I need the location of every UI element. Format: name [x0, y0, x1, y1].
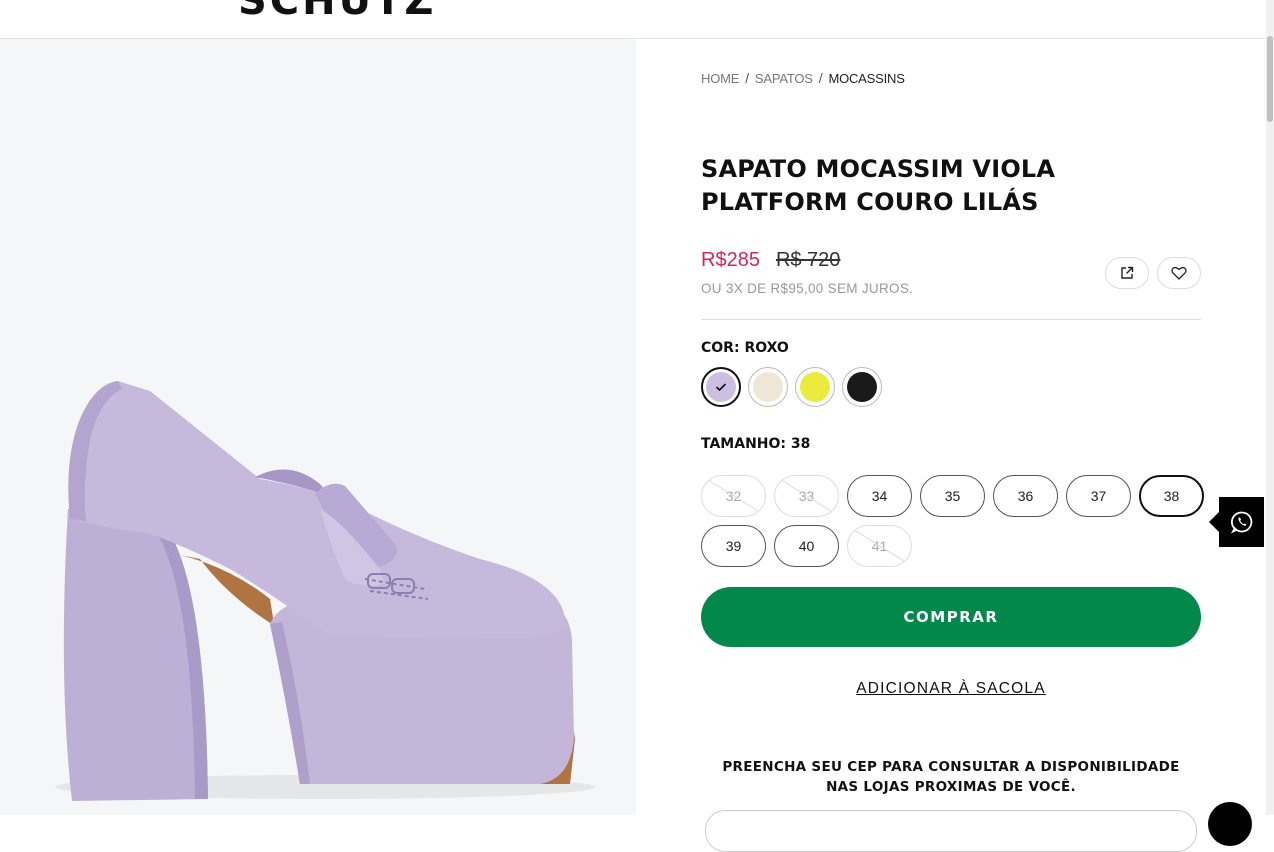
breadcrumb-mocassins[interactable]: MOCASSINS: [828, 71, 904, 86]
cep-input[interactable]: [705, 810, 1197, 852]
check-icon: [703, 369, 739, 405]
favorite-button[interactable]: [1157, 257, 1201, 289]
color-label: COR: ROXO: [701, 340, 789, 356]
share-icon: [1121, 266, 1134, 279]
color-swatch-roxo[interactable]: [701, 367, 741, 407]
bag-icon[interactable]: [1178, 0, 1200, 6]
store-availability-line2: NAS LOJAS PROXIMAS DE VOCÊ.: [826, 779, 1076, 795]
size-option-40[interactable]: 40: [774, 525, 839, 567]
breadcrumb-separator: /: [745, 70, 749, 86]
scrollbar[interactable]: [1266, 0, 1274, 815]
size-option-33[interactable]: 33: [774, 475, 839, 517]
price-row: R$285 R$ 720: [701, 249, 840, 272]
buy-button[interactable]: COMPRAR: [701, 587, 1201, 647]
divider: [701, 319, 1201, 320]
size-option-32[interactable]: 32: [701, 475, 766, 517]
size-option-37[interactable]: 37: [1066, 475, 1131, 517]
selected-size: 38: [790, 436, 811, 452]
swatch-fill: [753, 372, 783, 402]
color-swatch-bege[interactable]: [748, 367, 788, 407]
share-button[interactable]: [1105, 257, 1149, 289]
user-icon[interactable]: [1126, 0, 1142, 6]
swatch-fill: [847, 372, 877, 402]
swatch-fill: [800, 372, 830, 402]
product-gallery[interactable]: [0, 39, 636, 815]
add-to-bag-link[interactable]: ADICIONAR À SACOLA: [701, 680, 1201, 698]
size-label-prefix: TAMANHO:: [701, 436, 786, 452]
breadcrumb: HOME / SAPATOS / MOCASSINS: [701, 70, 905, 86]
size-option-35[interactable]: 35: [920, 475, 985, 517]
whatsapp-button[interactable]: [1219, 497, 1264, 547]
installments-text: OU 3X DE R$95,00 SEM JUROS.: [701, 281, 914, 296]
current-price: R$285: [701, 249, 760, 271]
size-option-36[interactable]: 36: [993, 475, 1058, 517]
shoe-image[interactable]: [0, 39, 636, 815]
size-option-39[interactable]: 39: [701, 525, 766, 567]
size-label: TAMANHO: 38: [701, 436, 810, 452]
whatsapp-tab-arrow: [1209, 512, 1219, 532]
chat-button[interactable]: [1208, 802, 1252, 846]
breadcrumb-sapatos[interactable]: SAPATOS: [755, 71, 813, 86]
search-icon[interactable]: [636, 0, 652, 6]
store-availability-line1: PREENCHA SEU CEP PARA CONSULTAR A DISPON…: [722, 759, 1180, 775]
scrollbar-thumb[interactable]: [1267, 36, 1273, 122]
size-options: 32 33 34 35 36 37 38 39 40 41: [701, 475, 1211, 567]
color-swatch-preto[interactable]: [842, 367, 882, 407]
size-option-41[interactable]: 41: [847, 525, 912, 567]
top-header: SCHUTZ: [0, 0, 1266, 39]
breadcrumb-separator: /: [818, 70, 823, 86]
color-swatches: [701, 367, 882, 407]
whatsapp-icon: [1230, 511, 1252, 534]
breadcrumb-home[interactable]: HOME: [701, 71, 739, 86]
size-option-38[interactable]: 38: [1139, 475, 1204, 517]
color-label-prefix: COR:: [701, 340, 740, 356]
brand-logo[interactable]: SCHUTZ: [238, 0, 436, 24]
old-price: R$ 720: [775, 249, 841, 271]
selected-color-name: ROXO: [744, 340, 789, 356]
size-option-34[interactable]: 34: [847, 475, 912, 517]
store-availability-text: PREENCHA SEU CEP PARA CONSULTAR A DISPON…: [701, 757, 1201, 797]
color-swatch-amarelo[interactable]: [795, 367, 835, 407]
heart-icon: [1171, 266, 1187, 280]
product-title: SAPATO MOCASSIM VIOLA PLATFORM COURO LIL…: [701, 155, 1056, 216]
